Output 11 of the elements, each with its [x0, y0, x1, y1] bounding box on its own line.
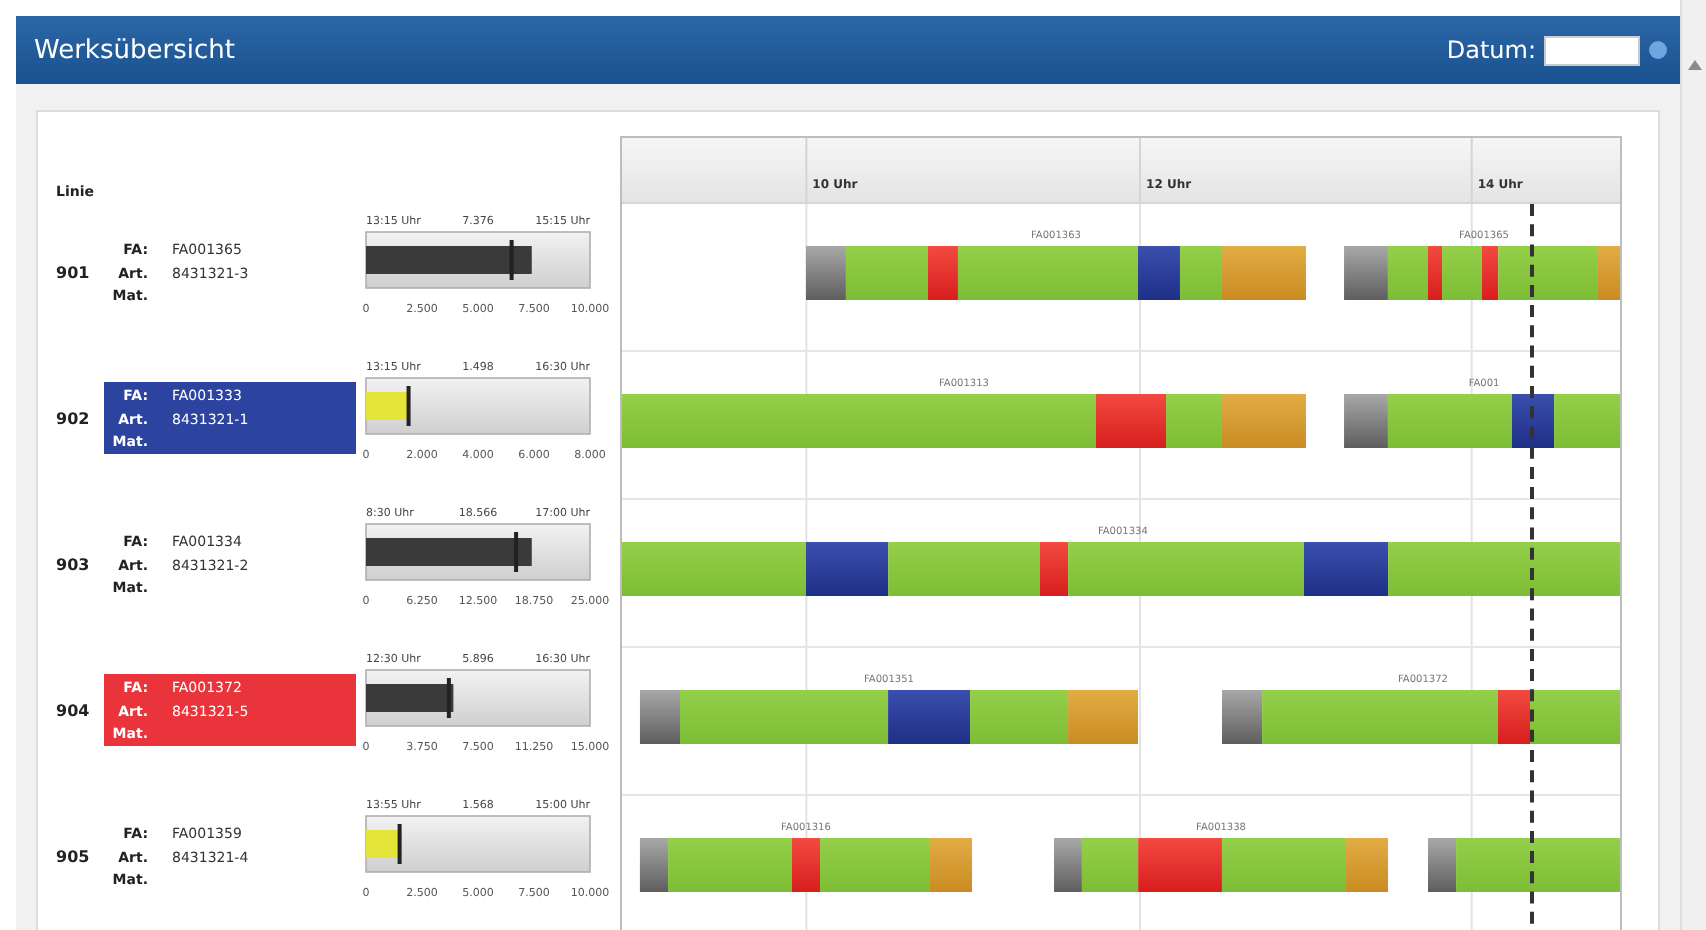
date-field[interactable]	[1544, 35, 1640, 65]
scrollbar[interactable]	[1680, 0, 1706, 930]
scroll-up-icon[interactable]	[1687, 60, 1701, 70]
line-number: 902	[54, 409, 92, 428]
line-number: 901	[54, 263, 92, 282]
line-number: 903	[54, 555, 92, 574]
line-number: 904	[54, 701, 92, 720]
circle-icon[interactable]	[1648, 40, 1668, 60]
date-label: Datum:	[1446, 36, 1536, 64]
line-number: 905	[54, 847, 92, 866]
page-title: Werksübersicht	[34, 35, 235, 65]
